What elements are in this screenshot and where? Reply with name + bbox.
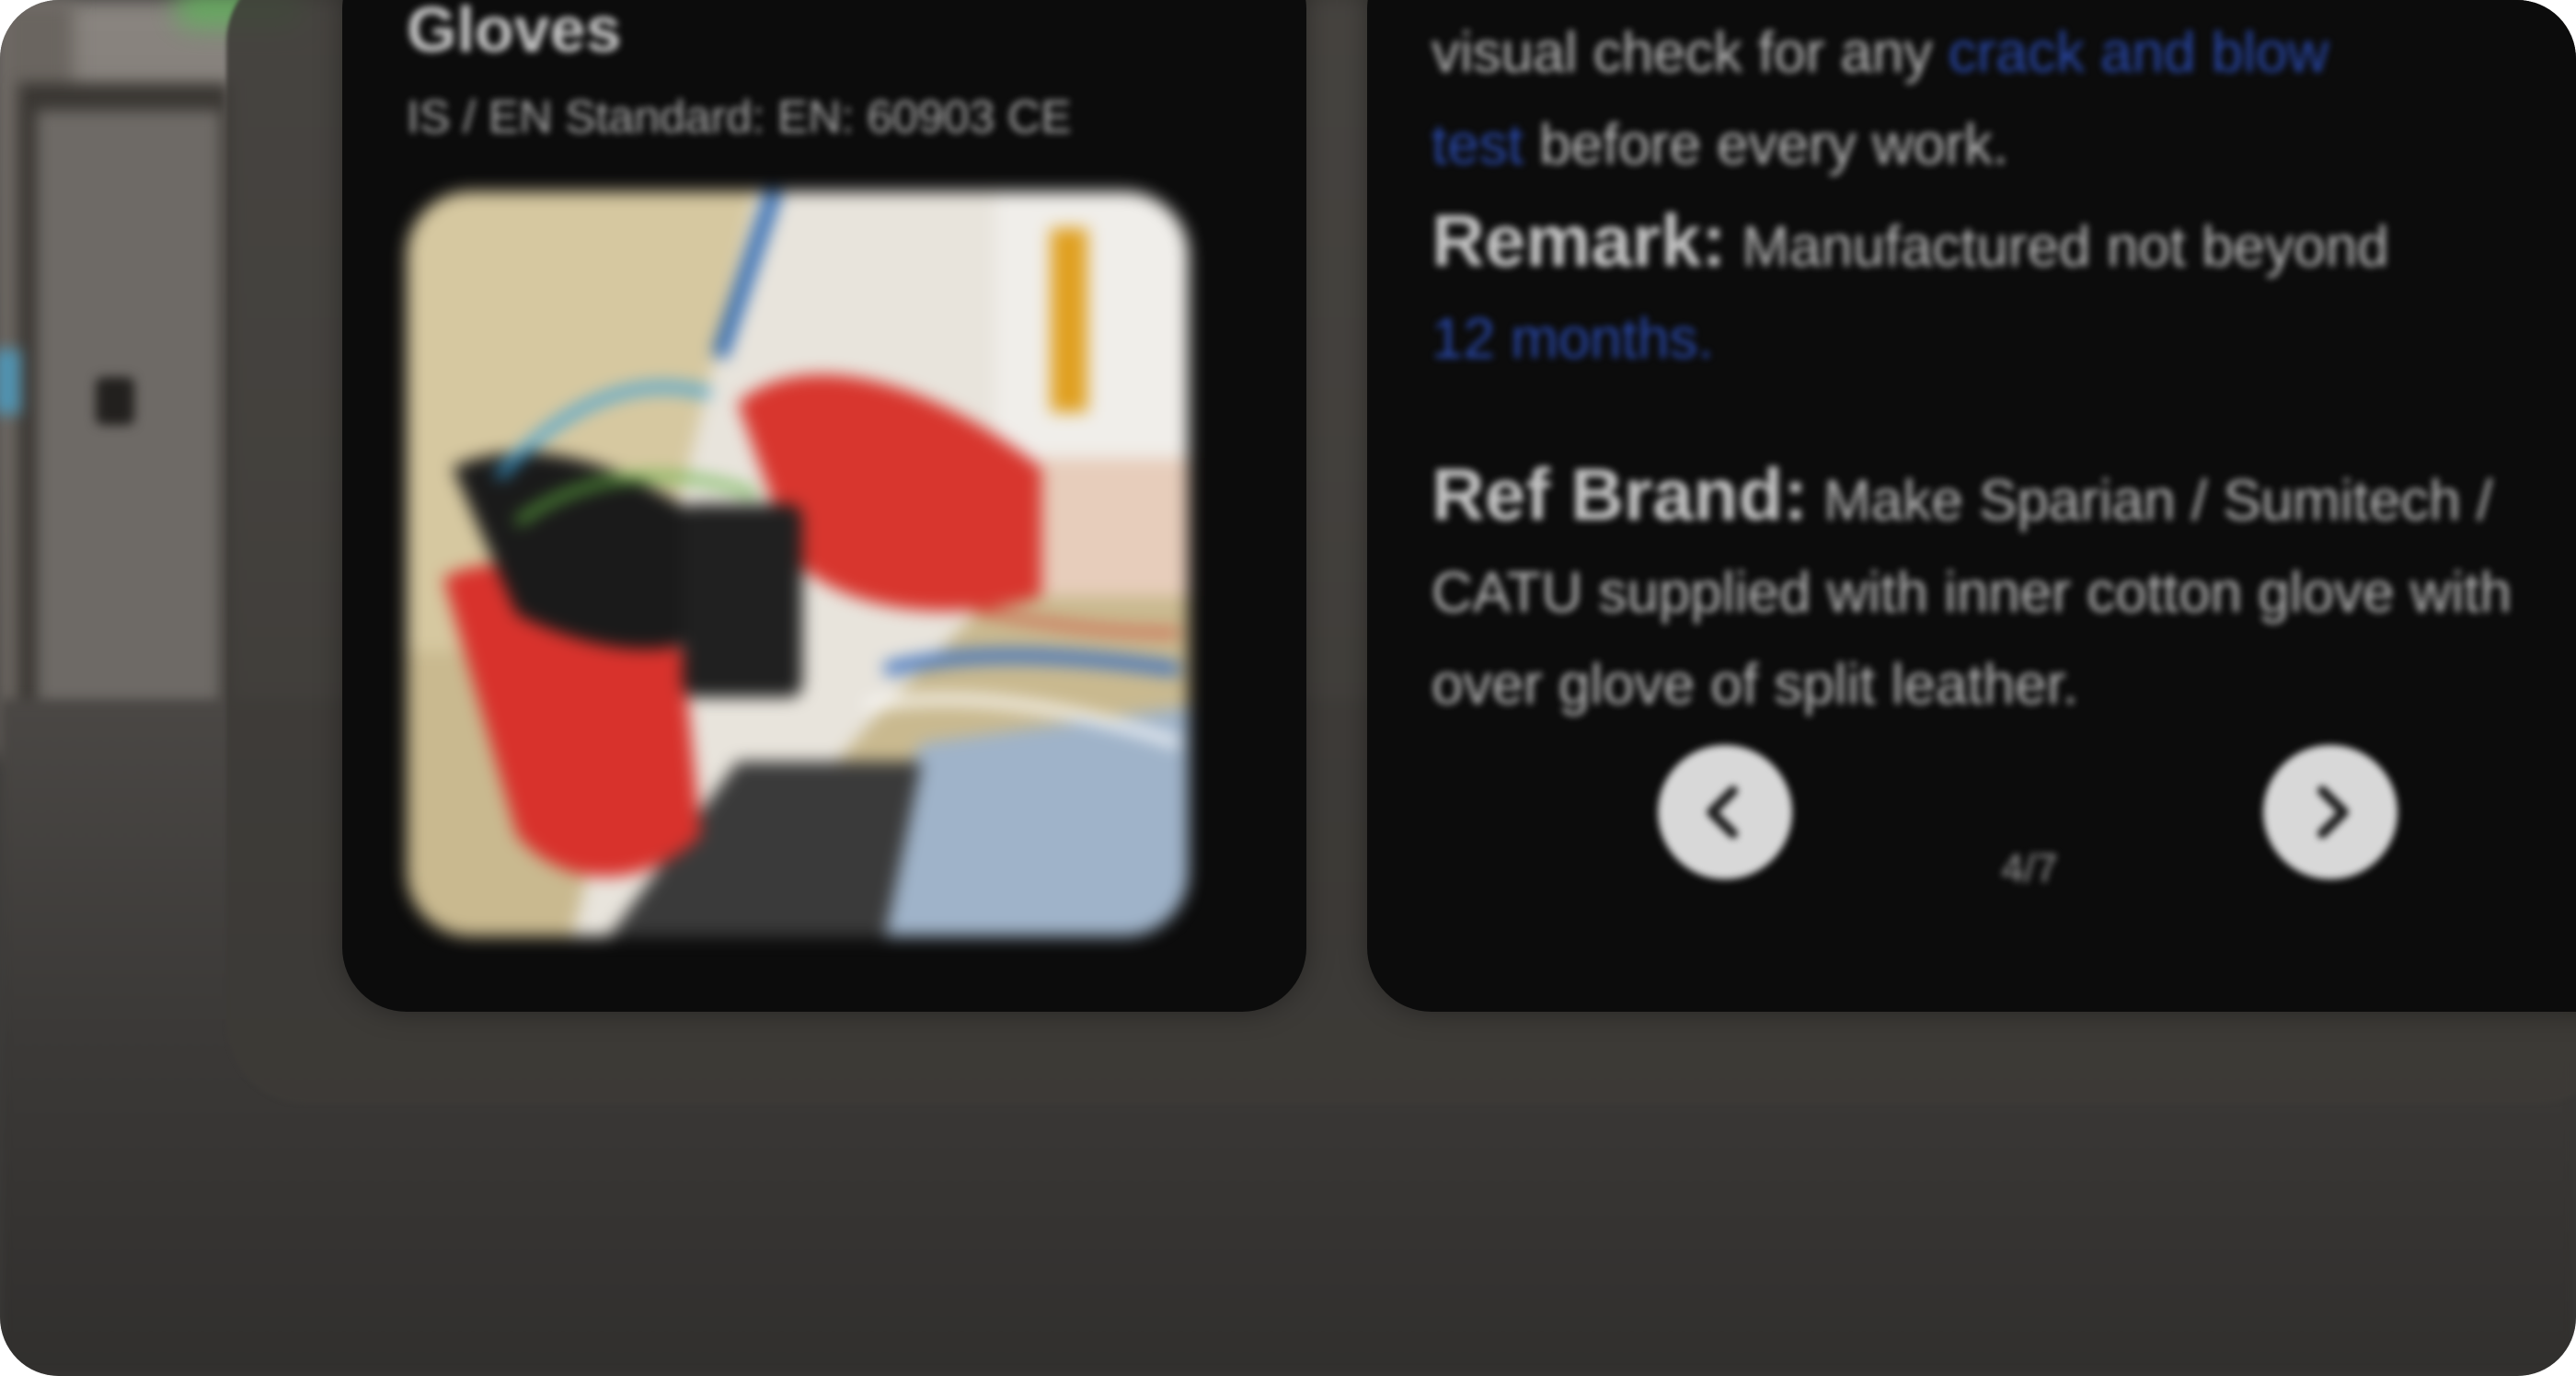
product-photo [407, 191, 1189, 936]
page-indicator: 4/7 [2001, 846, 2058, 891]
test-highlight-1: crack and blow [1948, 21, 2329, 85]
remark-highlight: 12 months. [1432, 307, 1714, 371]
remark-text: Manufactured not beyond [1726, 215, 2389, 279]
test-highlight-2: test [1432, 113, 1524, 177]
door-handle [96, 377, 134, 425]
chevron-left-icon [1707, 785, 1738, 839]
screen-frame: Gloves IS / EN Standard: EN: 60903 CE vi… [0, 0, 2576, 1376]
remark-label: Remark: [1432, 200, 1727, 281]
next-button[interactable] [2263, 745, 2398, 879]
chevron-right-icon [2317, 785, 2349, 839]
test-suffix: before every work. [1523, 113, 2009, 177]
door [37, 110, 221, 763]
product-card: Gloves IS / EN Standard: EN: 60903 CE [342, 0, 1306, 1012]
product-standard: IS / EN Standard: EN: 60903 CE [407, 91, 1072, 143]
previous-button[interactable] [1658, 745, 1792, 879]
test-prefix: visual check for any [1432, 21, 1949, 85]
blue-light [0, 350, 20, 414]
details-card: visual check for any crack and blow test … [1367, 0, 2576, 1012]
ref-brand-label: Ref Brand: [1432, 453, 1808, 535]
test-instruction: visual check for any crack and blow test … [1432, 7, 2572, 191]
ref-brand: Ref Brand: Make Sparian / Sumitech / CAT… [1432, 449, 2572, 731]
remark: Remark: Manufactured not beyond 12 month… [1432, 195, 2572, 385]
product-title: Gloves [407, 0, 622, 65]
